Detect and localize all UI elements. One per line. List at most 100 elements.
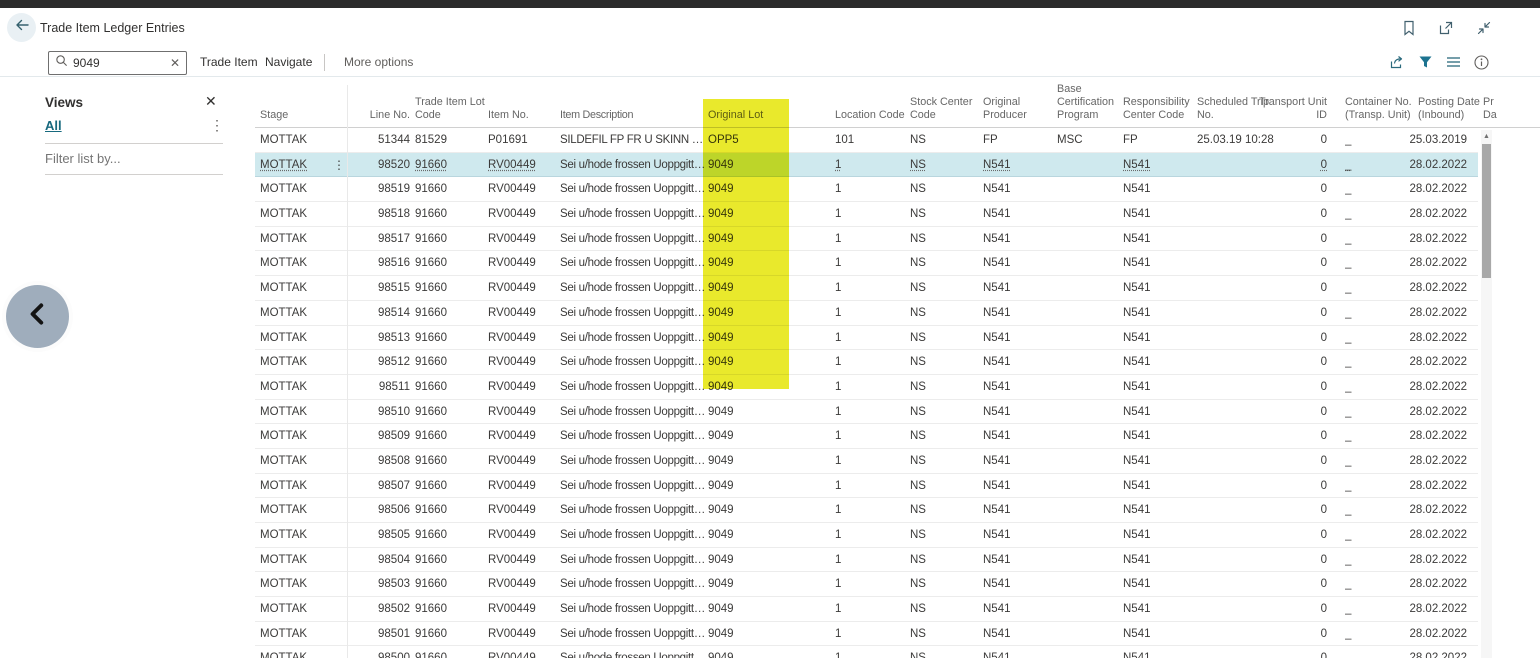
column-header-label: Program: [1057, 109, 1119, 122]
table-row[interactable]: MOTTAK9851391660RV00449Sei u/hode frosse…: [255, 326, 1478, 351]
cell-original_producer: N541: [983, 622, 1043, 646]
cell-posting_date: 28.02.2022: [1395, 276, 1467, 300]
table-row[interactable]: MOTTAK9851591660RV00449Sei u/hode frosse…: [255, 276, 1478, 301]
cell-resp_center: N541: [1123, 646, 1195, 658]
cell-original_lot: 9049: [708, 202, 768, 226]
filter-list-by-field[interactable]: Filter list by...: [45, 151, 121, 166]
list-view-icon[interactable]: [1444, 53, 1462, 71]
scrollbar-thumb[interactable]: [1482, 144, 1491, 278]
column-header-stage[interactable]: Stage: [260, 109, 330, 122]
cell-resp_center: N541: [1123, 227, 1195, 251]
search-box[interactable]: ✕: [48, 51, 187, 75]
view-options-icon[interactable]: ⋮: [210, 117, 224, 134]
toolbar-separator: [324, 54, 325, 71]
table-row[interactable]: MOTTAK9850091660RV00449Sei u/hode frosse…: [255, 646, 1478, 658]
table-body: MOTTAK5134481529P01691SILDEFIL FP FR U S…: [255, 128, 1478, 658]
column-header-resp_center[interactable]: ResponsibilityCenter Code: [1123, 96, 1195, 122]
cell-transport_unit[interactable]: 0: [1255, 153, 1327, 177]
cell-transport_unit: 0: [1255, 128, 1327, 152]
cell-original_producer: N541: [983, 375, 1043, 399]
cell-lot_code: 91660: [415, 251, 485, 275]
column-header-original_lot[interactable]: Original Lot: [708, 109, 768, 122]
column-header-location[interactable]: Location Code: [835, 109, 907, 122]
action-bar: ✕ Trade Item Navigate More options: [0, 48, 1540, 77]
cell-stage: MOTTAK: [260, 523, 330, 547]
menu-navigate[interactable]: Navigate: [265, 55, 312, 69]
cell-description: Sei u/hode frossen Uoppgitt st...: [560, 400, 706, 424]
cell-resp_center[interactable]: N541: [1123, 153, 1195, 177]
cell-item_no: RV00449: [488, 301, 556, 325]
table-row[interactable]: MOTTAK9850691660RV00449Sei u/hode frosse…: [255, 498, 1478, 523]
cell-stage: MOTTAK: [260, 597, 330, 621]
close-views-icon[interactable]: ✕: [205, 93, 217, 110]
table-row[interactable]: MOTTAK9850591660RV00449Sei u/hode frosse…: [255, 523, 1478, 548]
clear-search-icon[interactable]: ✕: [166, 56, 180, 70]
column-header-label: (Transp. Unit): [1345, 109, 1415, 122]
column-header-stock_center[interactable]: Stock CenterCode: [910, 96, 976, 122]
column-header-base_cert[interactable]: BaseCertificationProgram: [1057, 83, 1119, 122]
cell-item_no: RV00449: [488, 597, 556, 621]
column-header-item_no[interactable]: Item No.: [488, 109, 556, 122]
cell-stock_center: NS: [910, 474, 976, 498]
cell-item_no[interactable]: RV00449: [488, 153, 556, 177]
column-header-posting_date[interactable]: Posting Date(Inbound): [1418, 96, 1490, 122]
cell-lot_code[interactable]: 91660: [415, 153, 485, 177]
table-row[interactable]: MOTTAK9851091660RV00449Sei u/hode frosse…: [255, 400, 1478, 425]
back-button[interactable]: [7, 13, 36, 42]
cell-transport_unit: 0: [1255, 227, 1327, 251]
cell-posting_date: 28.02.2022: [1395, 153, 1467, 177]
table-row[interactable]: MOTTAK9851491660RV00449Sei u/hode frosse…: [255, 301, 1478, 326]
table-row[interactable]: MOTTAK9851791660RV00449Sei u/hode frosse…: [255, 227, 1478, 252]
cell-location: 1: [835, 251, 907, 275]
table-row[interactable]: MOTTAK9850891660RV00449Sei u/hode frosse…: [255, 449, 1478, 474]
search-input[interactable]: [73, 56, 166, 70]
menu-trade-item[interactable]: Trade Item: [200, 55, 258, 69]
table-row[interactable]: MOTTAK9851891660RV00449Sei u/hode frosse…: [255, 202, 1478, 227]
table-row[interactable]: MOTTAK9851991660RV00449Sei u/hode frosse…: [255, 177, 1478, 202]
table-row[interactable]: MOTTAK9850391660RV00449Sei u/hode frosse…: [255, 572, 1478, 597]
collapse-pane-button[interactable]: [6, 285, 69, 348]
scroll-up-icon[interactable]: ▲: [1481, 132, 1492, 142]
view-item-all[interactable]: All: [45, 118, 62, 133]
menu-more-options[interactable]: More options: [344, 55, 413, 69]
bookmark-icon[interactable]: [1402, 20, 1416, 36]
open-in-new-window-icon[interactable]: [1438, 20, 1454, 36]
cell-stage[interactable]: MOTTAK: [260, 153, 330, 177]
column-header-container[interactable]: Container No.(Transp. Unit): [1345, 96, 1415, 122]
cell-location: 101: [835, 128, 907, 152]
column-header-label: Transport Unit: [1255, 96, 1327, 109]
column-header-line_no[interactable]: Line No.: [340, 109, 410, 122]
table-row[interactable]: MOTTAK5134481529P01691SILDEFIL FP FR U S…: [255, 128, 1478, 153]
cell-description: Sei u/hode frossen Uoppgitt st...: [560, 251, 706, 275]
table-row[interactable]: MOTTAK9850291660RV00449Sei u/hode frosse…: [255, 597, 1478, 622]
cell-location[interactable]: 1: [835, 153, 907, 177]
cell-original_producer: N541: [983, 227, 1043, 251]
search-icon: [55, 54, 68, 72]
column-header-description[interactable]: Item Description: [560, 109, 706, 122]
cell-original_producer: N541: [983, 177, 1043, 201]
cell-transport_unit: 0: [1255, 400, 1327, 424]
table-row[interactable]: MOTTAK9850191660RV00449Sei u/hode frosse…: [255, 622, 1478, 647]
collapse-icon[interactable]: [1476, 20, 1492, 36]
table-row[interactable]: MOTTAK9850491660RV00449Sei u/hode frosse…: [255, 548, 1478, 573]
cell-transport_unit: 0: [1255, 449, 1327, 473]
table-row[interactable]: MOTTAK9850991660RV00449Sei u/hode frosse…: [255, 424, 1478, 449]
column-header-label: Responsibility: [1123, 96, 1195, 109]
vertical-scrollbar[interactable]: ▲: [1481, 130, 1492, 658]
share-icon[interactable]: [1388, 53, 1406, 71]
column-header-original_producer[interactable]: OriginalProducer: [983, 96, 1043, 122]
table-row[interactable]: MOTTAK9850791660RV00449Sei u/hode frosse…: [255, 474, 1478, 499]
filter-icon[interactable]: [1416, 53, 1434, 71]
table-row[interactable]: MOTTAK9851191660RV00449Sei u/hode frosse…: [255, 375, 1478, 400]
column-header-pr_da[interactable]: PrDa: [1483, 96, 1523, 122]
table-row[interactable]: MOTTAK9851691660RV00449Sei u/hode frosse…: [255, 251, 1478, 276]
table-row[interactable]: MOTTAK9851291660RV00449Sei u/hode frosse…: [255, 350, 1478, 375]
cell-stage: MOTTAK: [260, 646, 330, 658]
table-row[interactable]: ⋮MOTTAK9852091660RV00449Sei u/hode fross…: [255, 153, 1478, 178]
cell-original_producer[interactable]: N541: [983, 153, 1043, 177]
column-header-transport_unit[interactable]: Transport UnitID: [1255, 96, 1327, 122]
cell-description: Sei u/hode frossen Uoppgitt st...: [560, 153, 706, 177]
cell-stock_center[interactable]: NS: [910, 153, 976, 177]
column-header-lot_code[interactable]: Trade Item LotCode: [415, 96, 485, 122]
info-icon[interactable]: [1472, 53, 1490, 71]
